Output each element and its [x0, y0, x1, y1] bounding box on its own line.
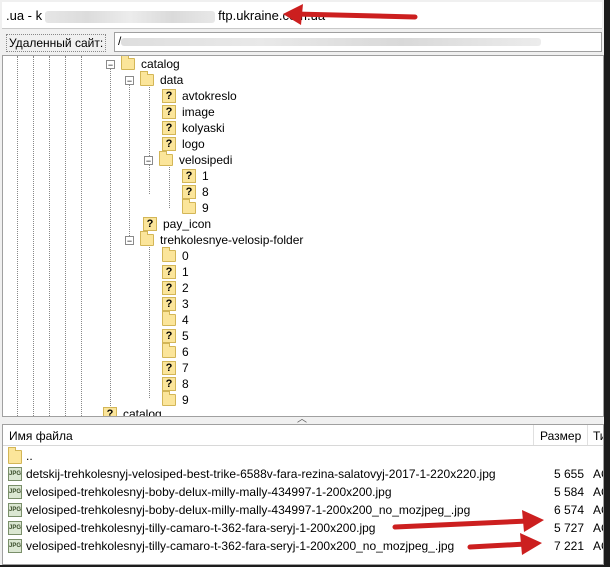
annotation-arrow-file-2	[467, 533, 542, 555]
annotation-arrows	[283, 4, 544, 555]
annotation-arrow-title	[283, 4, 418, 25]
annotation-arrow-file-1	[392, 510, 544, 532]
